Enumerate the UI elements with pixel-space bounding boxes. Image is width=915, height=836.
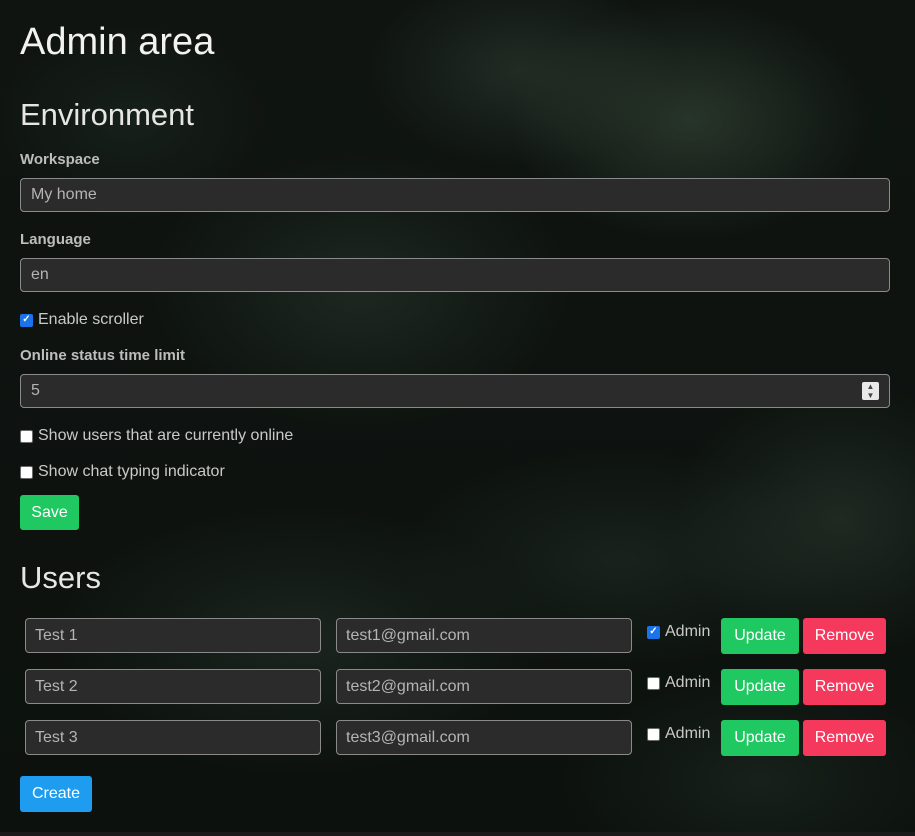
- show-online-checkbox[interactable]: [20, 429, 33, 443]
- save-button[interactable]: Save: [20, 495, 79, 530]
- bottom-divider: [0, 832, 915, 836]
- check-icon: ✓: [22, 314, 31, 325]
- admin-toggle[interactable]: Admin: [647, 725, 710, 743]
- user-name-input[interactable]: Test 2: [25, 669, 321, 704]
- users-heading: Users: [20, 560, 101, 595]
- admin-toggle[interactable]: ✓ Admin: [647, 623, 710, 641]
- show-online-row[interactable]: Show users that are currently online: [20, 427, 293, 445]
- admin-label: Admin: [665, 674, 711, 691]
- user-email-input[interactable]: test2@gmail.com: [336, 669, 632, 704]
- update-button[interactable]: Update: [721, 720, 799, 756]
- online-limit-label: Online status time limit: [20, 347, 186, 364]
- admin-label: Admin: [665, 725, 711, 742]
- language-input[interactable]: en: [20, 258, 890, 292]
- workspace-input[interactable]: My home: [20, 178, 890, 212]
- check-icon: ✓: [649, 626, 658, 637]
- language-label: Language: [20, 231, 91, 248]
- remove-button[interactable]: Remove: [803, 669, 886, 705]
- remove-button[interactable]: Remove: [803, 720, 886, 756]
- admin-checkbox[interactable]: [647, 676, 660, 690]
- user-email-input[interactable]: test1@gmail.com: [336, 618, 632, 653]
- admin-label: Admin: [665, 623, 711, 640]
- update-button[interactable]: Update: [721, 669, 799, 705]
- admin-toggle[interactable]: Admin: [647, 674, 710, 692]
- number-spinner-icon[interactable]: ▲ ▼: [862, 382, 879, 400]
- enable-scroller-checkbox[interactable]: ✓: [20, 313, 33, 327]
- enable-scroller-label: Enable scroller: [38, 311, 144, 328]
- create-button[interactable]: Create: [20, 776, 92, 812]
- environment-heading: Environment: [20, 97, 195, 132]
- user-name-input[interactable]: Test 3: [25, 720, 321, 755]
- show-typing-row[interactable]: Show chat typing indicator: [20, 463, 225, 481]
- show-typing-label: Show chat typing indicator: [38, 463, 225, 480]
- show-online-label: Show users that are currently online: [38, 427, 294, 444]
- admin-checkbox[interactable]: ✓: [647, 625, 660, 639]
- page-title: Admin area: [20, 21, 215, 63]
- online-limit-value: 5: [31, 382, 40, 399]
- show-typing-checkbox[interactable]: [20, 465, 33, 479]
- user-email-input[interactable]: test3@gmail.com: [336, 720, 632, 755]
- remove-button[interactable]: Remove: [803, 618, 886, 654]
- admin-checkbox[interactable]: [647, 727, 660, 741]
- online-limit-input[interactable]: 5 ▲ ▼: [20, 374, 890, 408]
- workspace-label: Workspace: [20, 151, 100, 168]
- user-name-input[interactable]: Test 1: [25, 618, 321, 653]
- update-button[interactable]: Update: [721, 618, 799, 654]
- enable-scroller-row[interactable]: ✓ Enable scroller: [20, 311, 144, 329]
